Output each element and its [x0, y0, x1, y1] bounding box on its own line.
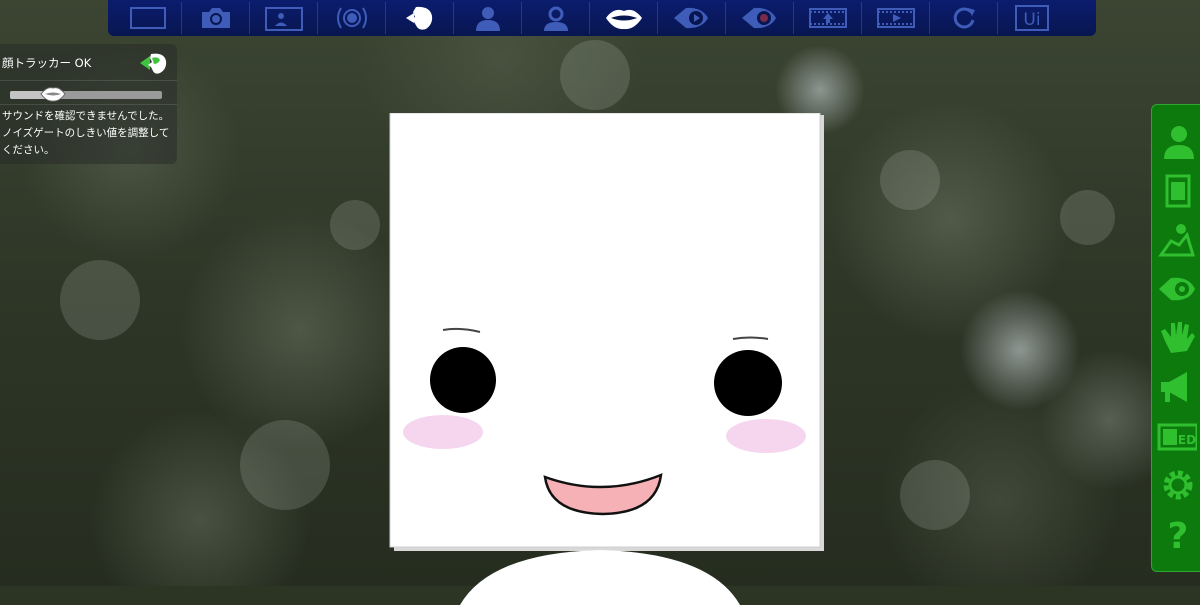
lip-sync-button[interactable]: [590, 2, 658, 34]
film-upload-icon: [808, 8, 847, 28]
person-icon: [1163, 126, 1194, 159]
avatar-icon: [475, 7, 500, 31]
fullscreen-button[interactable]: [114, 2, 182, 34]
status-panel: 顔トラッカー OK サウンドを確認できませんでした。ノイズゲートのしきい値を調整…: [0, 44, 177, 164]
reset-rotate-icon: [953, 7, 975, 29]
megaphone-button[interactable]: [1152, 364, 1200, 410]
film-play-icon: [876, 8, 915, 28]
camera-button[interactable]: [182, 2, 250, 34]
noise-gate-slider[interactable]: [10, 87, 162, 102]
body-frame-button[interactable]: [1152, 168, 1200, 214]
person-button[interactable]: [1152, 119, 1200, 165]
background-image-icon: [264, 7, 303, 31]
panel-divider: [0, 80, 177, 81]
settings-gear-icon: [543, 6, 568, 31]
broadcast-button[interactable]: [318, 2, 386, 34]
ui-toggle-icon: Ui: [1015, 5, 1049, 31]
noise-gate-slider-thumb[interactable]: [39, 85, 66, 103]
lip-sync-icon: [605, 9, 642, 30]
side-panel: ED ?: [1151, 104, 1200, 572]
background-image-button[interactable]: [250, 2, 318, 34]
hand-button[interactable]: [1152, 315, 1200, 361]
ui-toggle-button[interactable]: Ui: [998, 2, 1066, 34]
face-tracker-status: 顔トラッカー OK: [2, 56, 92, 70]
broadcast-icon: [336, 7, 367, 29]
fullscreen-icon: [129, 7, 166, 29]
camera-icon: [201, 8, 230, 28]
panel-divider: [0, 104, 177, 105]
megaphone-icon: [1160, 372, 1187, 402]
eye-play-icon: [673, 7, 708, 29]
help-label: ?: [1167, 516, 1188, 553]
pose-icon: [1157, 224, 1195, 257]
face-tracking-icon: [405, 6, 432, 30]
gear-icon: [1163, 470, 1192, 500]
help-button[interactable]: ?: [1152, 511, 1200, 557]
hand-icon: [1160, 322, 1195, 353]
film-upload-button[interactable]: [794, 2, 862, 34]
edit-screen-label: ED: [1177, 433, 1195, 447]
top-toolbar: Ui: [108, 0, 1096, 36]
reset-button[interactable]: [930, 2, 998, 34]
pose-button[interactable]: [1152, 217, 1200, 263]
eye-settings-icon: [1158, 277, 1195, 301]
ui-toggle-label: Ui: [1023, 10, 1040, 30]
eye-record-icon: [741, 7, 776, 29]
sound-warning-message: サウンドを確認できませんでした。ノイズゲートのしきい値を調整してください。: [2, 110, 170, 156]
edit-screen-icon: ED: [1157, 423, 1197, 451]
avatar-body: [460, 550, 740, 605]
help-icon: ?: [1167, 516, 1188, 553]
edit-screen-button[interactable]: ED: [1152, 413, 1200, 459]
eye-record-button[interactable]: [726, 2, 794, 34]
face-tracking-button[interactable]: [386, 2, 454, 34]
eye-settings-button[interactable]: [1152, 266, 1200, 312]
face-tracker-icon: [140, 53, 167, 74]
avatar-face: [389, 113, 824, 551]
settings-button[interactable]: [522, 2, 590, 34]
gear-button[interactable]: [1152, 462, 1200, 508]
avatar-button[interactable]: [454, 2, 522, 34]
body-frame-icon: [1165, 174, 1190, 208]
film-play-button[interactable]: [862, 2, 930, 34]
eye-play-button[interactable]: [658, 2, 726, 34]
